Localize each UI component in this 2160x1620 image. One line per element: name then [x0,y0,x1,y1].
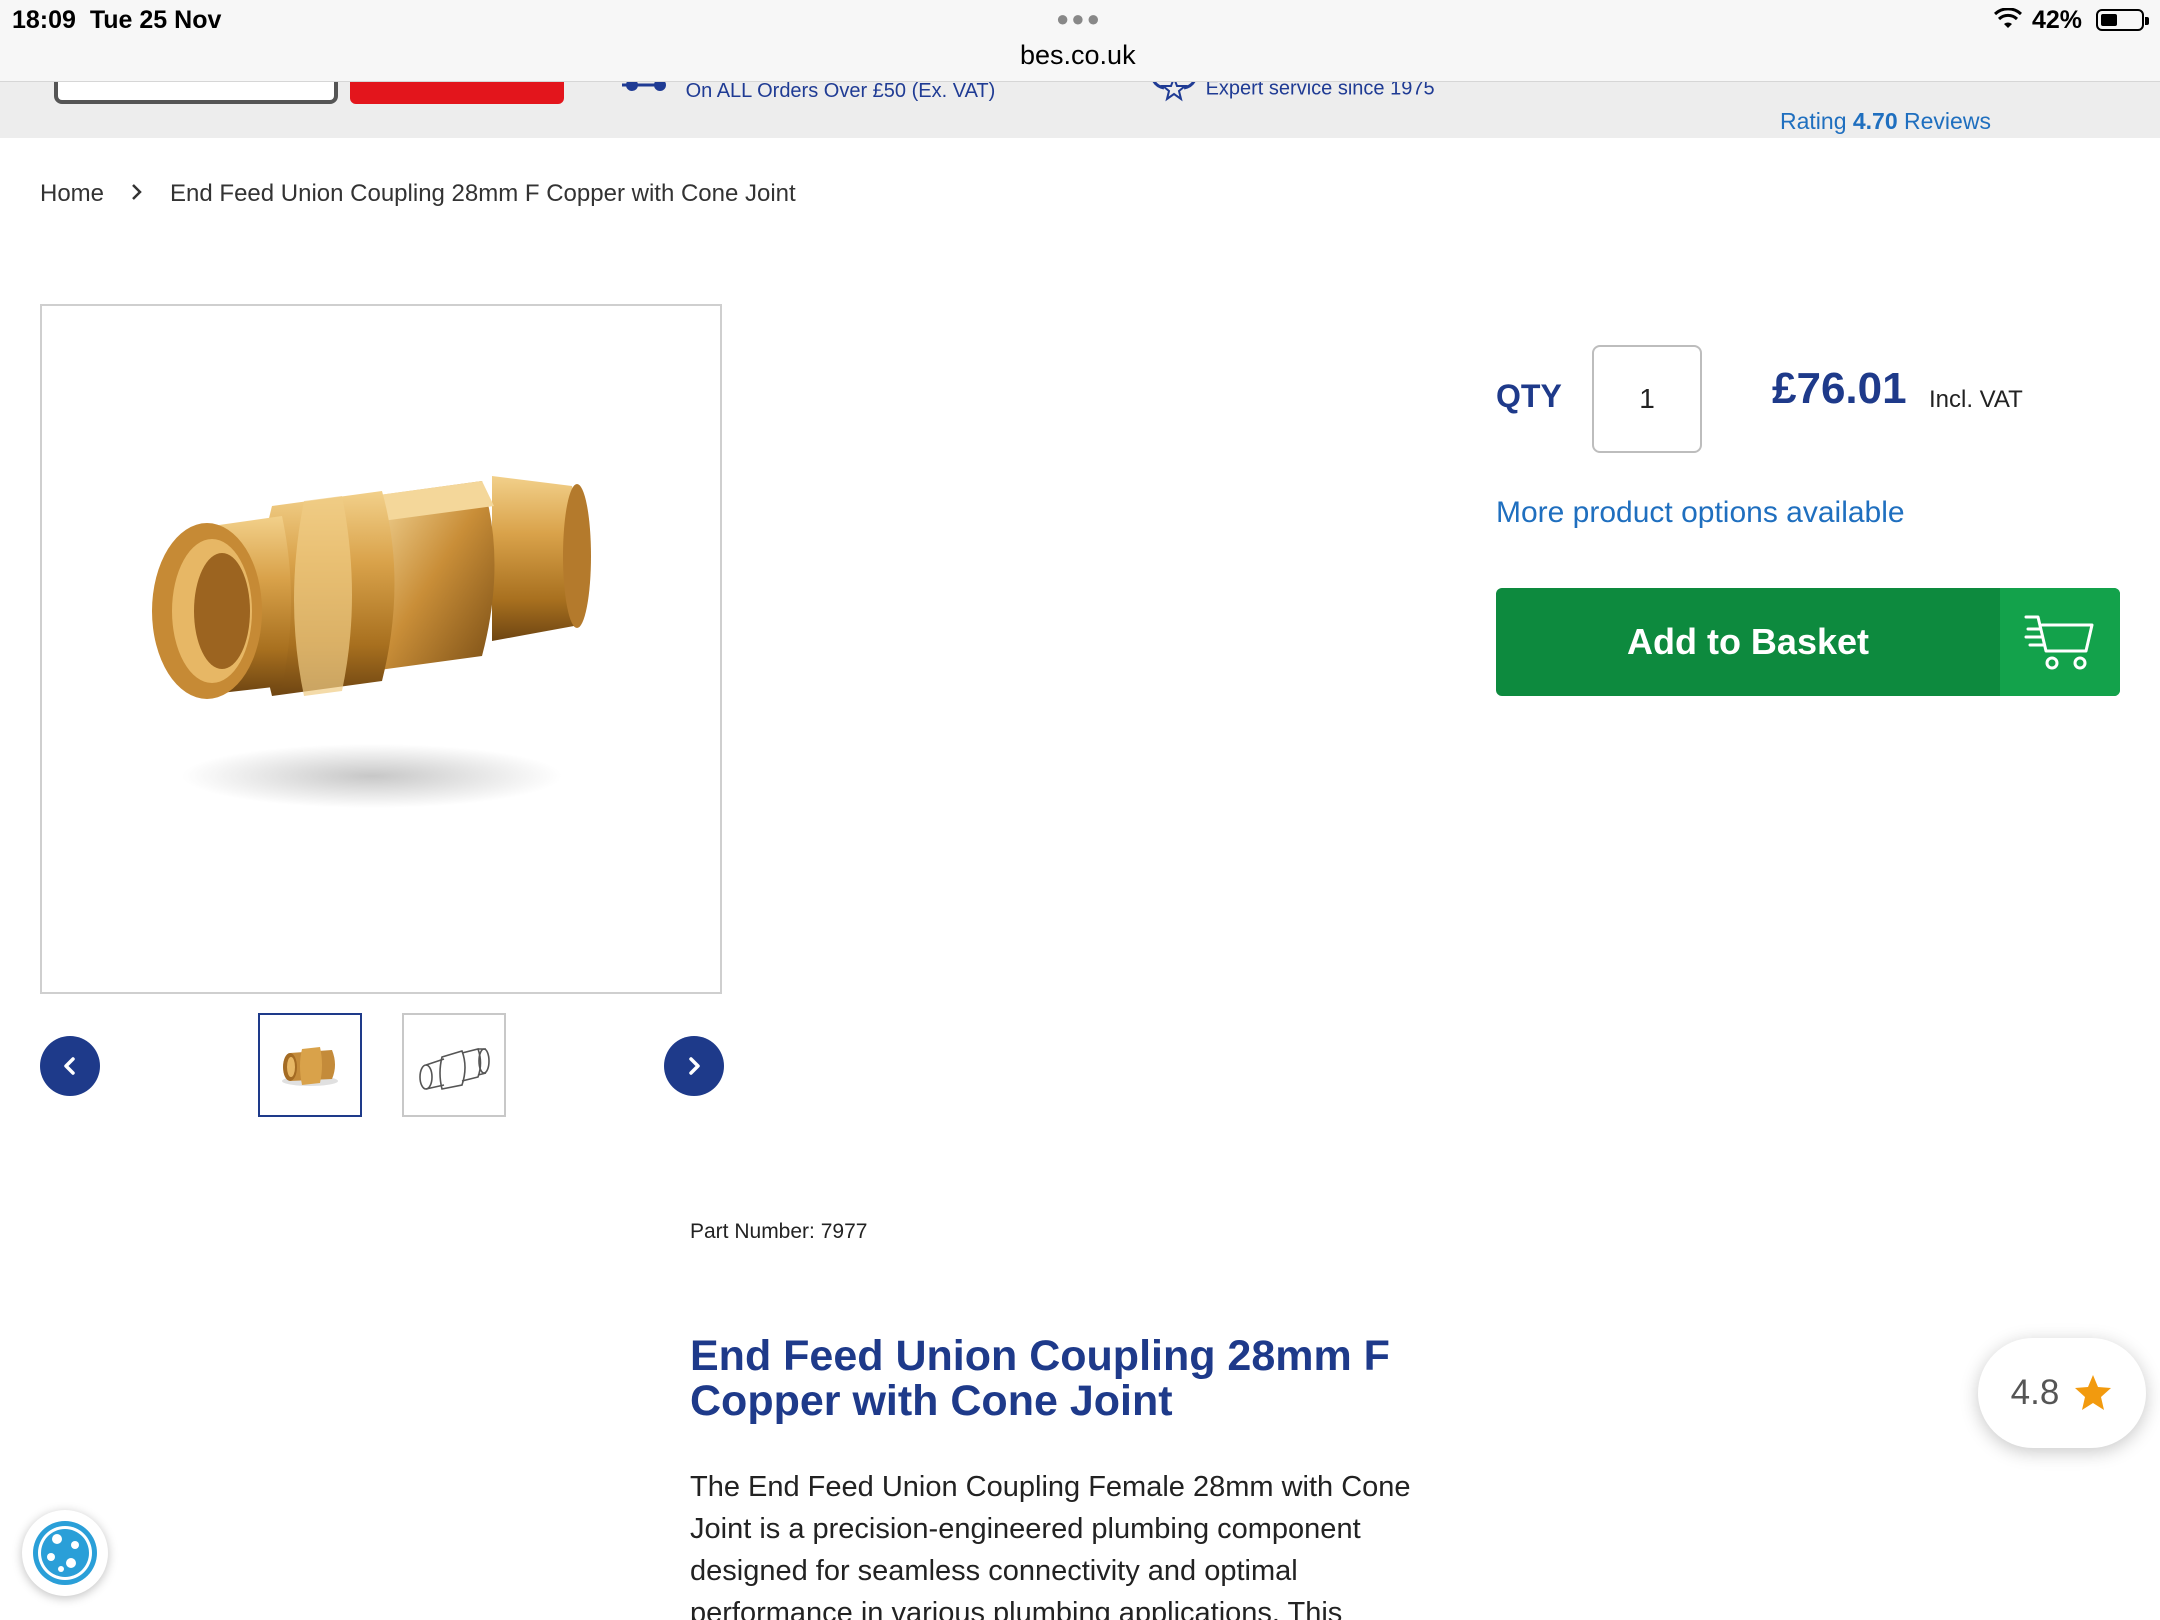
expert-service-banner: Expert service since 1975 [1148,82,1435,102]
header-search-input[interactable] [54,82,338,104]
gallery-thumbnail-drawing[interactable] [402,1013,506,1117]
qty-label: QTY [1496,378,1562,414]
battery-percentage: 42% [2032,6,2083,34]
wifi-icon [1994,8,2022,28]
technical-drawing-thumbnail [419,1048,490,1090]
reviews-rating-widget[interactable]: 4.8 [1978,1338,2146,1448]
free-delivery-banner: On ALL Orders Over £50 (Ex. VAT) [620,82,995,103]
add-to-basket-icon-area [2000,588,2120,696]
product-title: End Feed Union Coupling 28mm F Copper wi… [690,1332,1390,1425]
breadcrumb-home-link[interactable]: Home [40,180,104,208]
chevron-right-icon [689,1057,700,1075]
cookie-settings-button[interactable] [22,1510,108,1596]
shopping-cart-icon [2024,615,2094,670]
battery-icon [2096,9,2149,31]
award-icon [1152,82,1196,102]
more-product-options-link[interactable]: More product options available [1496,496,1905,530]
delivery-van-icon [622,82,666,91]
header-reviews-rating[interactable]: Rating 4.70 Reviews [1780,108,1991,135]
star-icon [2075,1375,2112,1410]
chevron-right-icon [130,180,144,208]
cookie-icon [33,1521,97,1585]
header-search-button[interactable] [350,82,564,104]
breadcrumb-current: End Feed Union Coupling 28mm F Copper wi… [170,180,796,207]
address-bar-url[interactable]: bes.co.uk [1020,40,1136,71]
rating-value: 4.8 [2010,1373,2060,1412]
add-to-basket-label: Add to Basket [1626,621,1870,662]
gallery-prev-button[interactable] [40,1036,100,1096]
gallery-next-button[interactable] [664,1036,724,1096]
multitasking-dots-icon[interactable]: ●●● [1056,6,1102,32]
union-coupling-thumbnail [282,1047,338,1086]
main-product-image[interactable] [40,304,722,994]
product-description: The End Feed Union Coupling Female 28mm … [690,1471,1411,1620]
status-time: 18:09 Tue 25 Nov [12,6,222,34]
site-header: On ALL Orders Over £50 (Ex. VAT) Expert … [0,82,2160,138]
quantity-input[interactable] [1592,345,1702,453]
part-number: Part Number: 7977 [690,1220,868,1243]
product-price: £76.01 [1772,364,1907,413]
gallery-thumbnail-photo[interactable] [258,1013,362,1117]
vat-label: Incl. VAT [1929,386,2023,413]
breadcrumb: Home End Feed Union Coupling 28mm F Copp… [40,180,796,208]
union-coupling-photo [152,476,591,808]
add-to-basket-button[interactable]: Add to Basket [1496,588,2120,696]
ios-status-bar: 18:09 Tue 25 Nov ●●● bes.co.uk 42% [0,0,2160,82]
chevron-left-icon [64,1057,75,1075]
